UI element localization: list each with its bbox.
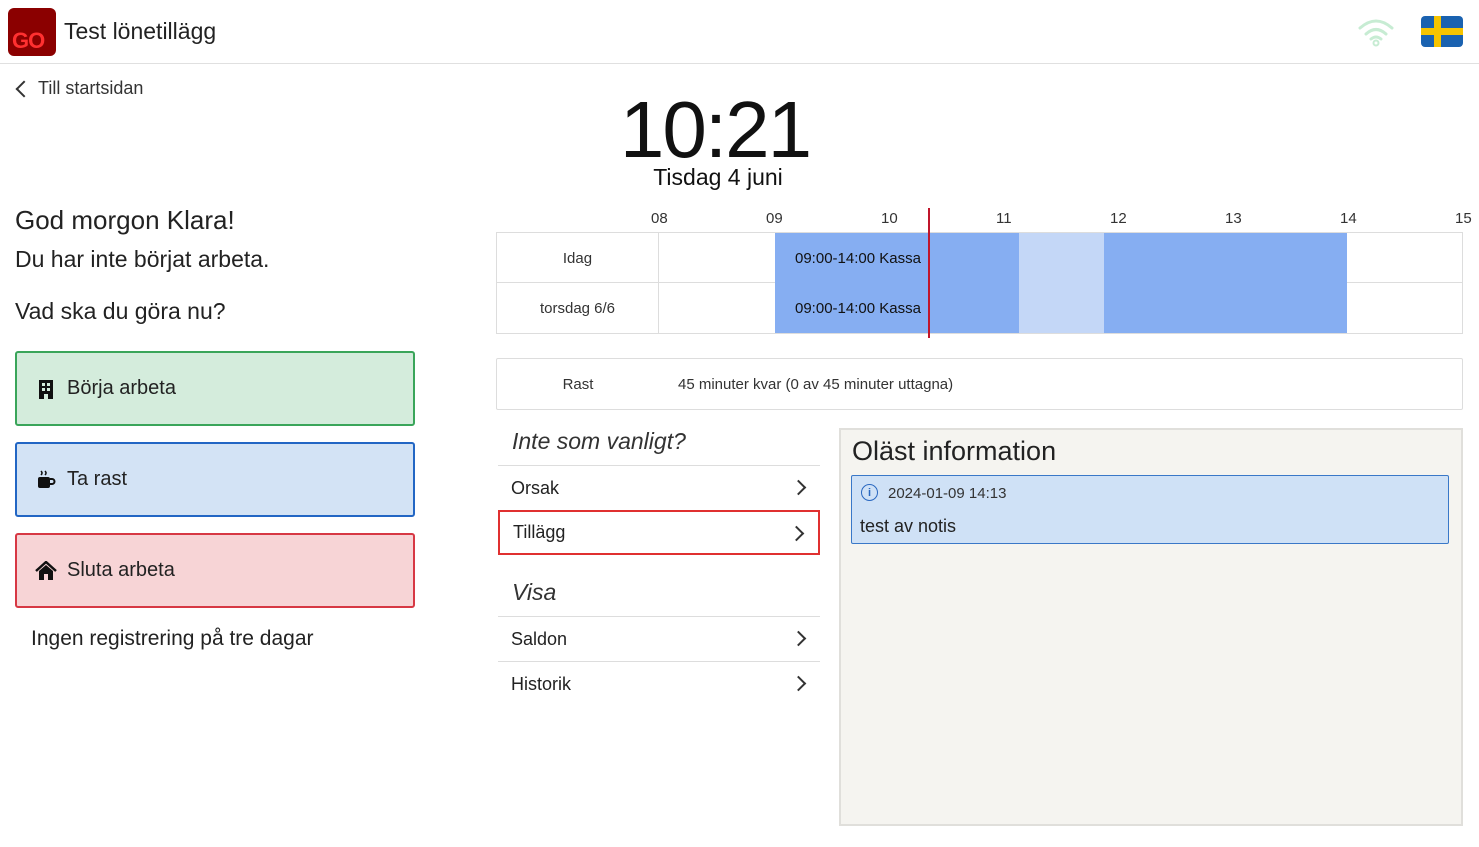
chevron-right-icon	[790, 479, 807, 496]
hour-label: 13	[1225, 210, 1242, 227]
menu-item-label: Orsak	[511, 477, 560, 498]
stop-work-label: Sluta arbeta	[67, 559, 175, 581]
take-break-button[interactable]: Ta rast	[15, 442, 415, 517]
menu-item-label: Saldon	[511, 628, 568, 649]
back-label: Till startsidan	[38, 78, 144, 98]
chevron-right-icon	[788, 525, 805, 542]
work-status: Du har inte börjat arbeta.	[15, 246, 270, 272]
break-summary: Rast 45 minuter kvar (0 av 45 minuter ut…	[496, 358, 1463, 410]
hour-label: 14	[1340, 210, 1357, 227]
shift-block[interactable]	[1104, 283, 1347, 333]
notice-card[interactable]: i 2024-01-09 14:13 test av notis	[851, 475, 1449, 544]
show-heading: Visa	[512, 579, 557, 605]
logo-text: GO	[12, 28, 45, 53]
unread-info-panel: Oläst information i 2024-01-09 14:13 tes…	[839, 428, 1463, 826]
house-icon	[35, 560, 57, 580]
start-work-button[interactable]: Börja arbeta	[15, 351, 415, 426]
hour-label: 15	[1455, 210, 1472, 227]
no-registration-note: Ingen registrering på tre dagar	[31, 627, 314, 650]
info-icon: i	[861, 484, 878, 501]
shift-break-block	[1019, 283, 1104, 333]
break-label: Rast	[562, 375, 594, 393]
swedish-flag-icon[interactable]	[1421, 16, 1463, 47]
app-logo: GO	[8, 8, 56, 56]
shift-label: 09:00-14:00 Kassa	[795, 299, 921, 317]
notice-timestamp: 2024-01-09 14:13	[888, 485, 1007, 502]
info-title: Oläst information	[852, 436, 1057, 466]
current-time-line	[928, 208, 930, 338]
hour-label: 12	[1110, 210, 1127, 227]
menu-item-label: Historik	[511, 673, 572, 694]
menu-item-saldon[interactable]: Saldon	[498, 616, 820, 661]
unusual-heading: Inte som vanligt?	[512, 428, 686, 454]
schedule-row-thursday: torsdag 6/6 09:00-14:00 Kassa	[497, 283, 1462, 333]
hour-label: 09	[766, 210, 783, 227]
menu-item-label: Tillägg	[513, 522, 566, 542]
hour-label: 08	[651, 210, 668, 227]
schedule-row-label: Idag	[497, 233, 659, 283]
chevron-left-icon	[15, 80, 33, 97]
start-work-label: Börja arbeta	[67, 377, 176, 399]
back-to-start-link[interactable]: Till startsidan	[14, 78, 143, 99]
take-break-label: Ta rast	[67, 468, 128, 490]
menu-item-historik[interactable]: Historik	[498, 661, 820, 706]
clock-date: Tisdag 4 juni	[653, 164, 783, 190]
wifi-icon	[1358, 19, 1394, 47]
hour-label: 11	[996, 210, 1012, 227]
shift-label: 09:00-14:00 Kassa	[795, 249, 921, 267]
building-icon	[39, 379, 53, 399]
coffee-cup-icon	[38, 469, 56, 488]
schedule-row-today: Idag 09:00-14:00 Kassa	[497, 233, 1462, 283]
chevron-right-icon	[790, 675, 807, 692]
greeting: God morgon Klara!	[15, 205, 235, 235]
menu-item-orsak[interactable]: Orsak	[498, 465, 820, 510]
action-question: Vad ska du göra nu?	[15, 298, 226, 324]
menu-item-tillagg[interactable]: Tillägg	[498, 510, 820, 555]
shift-block[interactable]	[1104, 233, 1347, 283]
app-header: GO Test lönetillägg	[0, 0, 1479, 64]
clock-time: 10:21	[619, 85, 812, 174]
app-title: Test lönetillägg	[64, 18, 217, 44]
schedule-table: Idag 09:00-14:00 Kassa torsdag 6/6 09:00…	[496, 232, 1463, 334]
schedule-row-label: torsdag 6/6	[497, 283, 659, 333]
notice-text: test av notis	[860, 516, 957, 536]
shift-break-block	[1019, 233, 1104, 283]
hour-label: 10	[881, 210, 898, 227]
chevron-right-icon	[790, 630, 807, 647]
stop-work-button[interactable]: Sluta arbeta	[15, 533, 415, 608]
break-remaining-text: 45 minuter kvar (0 av 45 minuter uttagna…	[678, 375, 954, 393]
